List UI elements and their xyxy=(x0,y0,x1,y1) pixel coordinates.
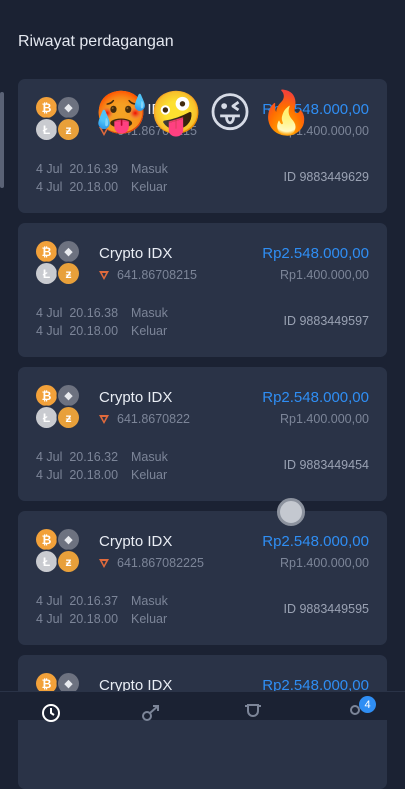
touch-indicator xyxy=(277,498,305,526)
bottom-nav: 4 xyxy=(0,691,405,722)
crypto-coins-icon: ₿◆ Łƶ xyxy=(36,97,82,143)
close-time-row: 4 Jul 20.18.00 Keluar xyxy=(36,324,168,338)
page-title: Riwayat perdagangan xyxy=(18,33,174,50)
crypto-coins-icon: ₿◆ Łƶ xyxy=(36,241,82,287)
open-time-row: 4 Jul 20.16.32 Masuk xyxy=(36,450,168,464)
payout-amount: Rp2.548.000,00 xyxy=(262,245,369,262)
down-arrow-icon xyxy=(99,270,109,280)
asset-name: Crypto IDX xyxy=(99,245,173,262)
close-time-row: 4 Jul 20.18.00 Keluar xyxy=(36,612,168,626)
trade-id: ID 9883449595 xyxy=(283,602,370,616)
asset-name: Crypto IDX xyxy=(99,389,173,406)
close-time-row: 4 Jul 20.18.00 Keluar xyxy=(36,180,168,194)
trade-card[interactable]: ₿ ◆ Łƶ Crypto IDX 641.867082225 Rp2.548.0… xyxy=(18,511,387,645)
payout-amount: Rp2.548.000,00 xyxy=(262,389,369,406)
down-arrow-icon xyxy=(99,558,109,568)
asset-name: Crypto IDX xyxy=(99,533,173,550)
crypto-coins-icon: ₿◆ Łƶ xyxy=(36,385,82,431)
trades-icon[interactable] xyxy=(140,702,164,724)
close-time-row: 4 Jul 20.18.00 Keluar xyxy=(36,468,168,482)
trade-card[interactable]: ₿ ◆ Łƶ Crypto IDX 641.8670822 Rp2.548.000… xyxy=(18,367,387,501)
winking-tongue-emoji-icon: 😜 xyxy=(208,89,252,136)
investment-amount: Rp1.400.000,00 xyxy=(280,268,369,282)
trade-id: ID 9883449597 xyxy=(283,314,370,328)
trade-card[interactable]: ₿◆ Łƶ Crypto IDX Rp2.548.000,00 xyxy=(18,655,387,789)
trade-id: ID 9883449454 xyxy=(283,458,370,472)
investment-amount: Rp1.400.000,00 xyxy=(280,412,369,426)
trade-card[interactable]: ₿ ◆ Łƶ Crypto IDX 641.86708215 Rp2.548.00… xyxy=(18,223,387,357)
fire-emoji-icon: 🔥 xyxy=(260,89,313,136)
open-time-row: 4 Jul 20.16.38 Masuk xyxy=(36,306,168,320)
zany-face-emoji-icon: 🤪 xyxy=(150,89,203,136)
down-arrow-icon xyxy=(99,414,109,424)
trade-price: 641.86708215 xyxy=(117,268,197,282)
open-time-row: 4 Jul 20.16.39 Masuk xyxy=(36,162,168,176)
history-icon[interactable] xyxy=(40,702,62,724)
profile-nav[interactable]: 4 xyxy=(346,696,376,724)
payout-amount: Rp2.548.000,00 xyxy=(262,533,369,550)
trade-price: 641.867082225 xyxy=(117,556,204,570)
notification-badge: 4 xyxy=(359,696,376,713)
scroll-indicator[interactable] xyxy=(0,92,4,188)
open-time-row: 4 Jul 20.16.37 Masuk xyxy=(36,594,168,608)
crypto-coins-icon: ₿◆ Łƶ xyxy=(36,529,82,575)
hot-face-emoji-icon: 🥵 xyxy=(95,89,148,136)
investment-amount: Rp1.400.000,00 xyxy=(280,556,369,570)
trade-id: ID 9883449629 xyxy=(283,170,370,184)
trade-price: 641.8670822 xyxy=(117,412,190,426)
emoji-overlay: 🥵 🤪 😜 🔥 xyxy=(95,86,313,140)
trophy-icon[interactable] xyxy=(242,702,264,724)
